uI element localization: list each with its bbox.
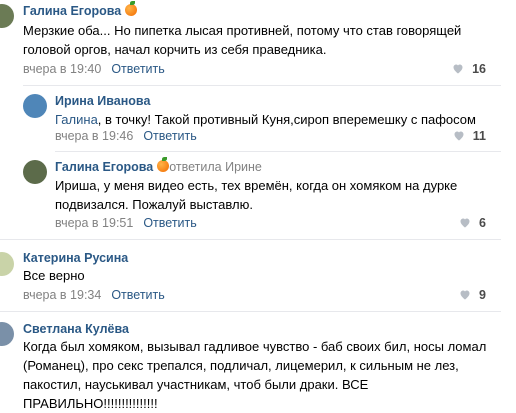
comment-item: Светлана Кулёва Когда был хомяком, вызыв… — [0, 312, 516, 411]
heart-icon — [460, 218, 470, 228]
replied-to-label[interactable]: ответила Ирине — [169, 160, 262, 174]
comment-item: Галина Егорова ответила Ирине Ириша, у ме… — [0, 154, 516, 240]
comment-text: Все верно — [23, 268, 85, 283]
comment-meta: вчера в 19:46 Ответить — [55, 129, 197, 143]
comment-author[interactable]: Галина Егорова ответила Ирине — [55, 157, 262, 174]
comment-text: Мерзкие оба... Но пипетка лысая противне… — [23, 23, 462, 57]
comment-time[interactable]: вчера в 19:51 — [55, 216, 133, 230]
avatar[interactable] — [0, 4, 14, 28]
comment-time[interactable]: вчера в 19:40 — [23, 62, 101, 76]
comment-time[interactable]: вчера в 19:34 — [23, 288, 101, 302]
like-count: 6 — [479, 216, 486, 230]
reply-button[interactable]: Ответить — [143, 216, 196, 230]
avatar[interactable] — [23, 94, 47, 118]
comment-time[interactable]: вчера в 19:46 — [55, 129, 133, 143]
divider — [23, 85, 501, 86]
heart-icon — [454, 131, 464, 141]
orange-icon — [125, 1, 138, 16]
heart-icon — [453, 64, 463, 74]
comment-text: Когда был хомяком, вызывал гадливое чувс… — [23, 339, 487, 411]
reply-mention-link[interactable]: Галина — [55, 112, 98, 127]
comment-item: Ирина Иванова Галина, в точку! Такой про… — [0, 88, 516, 154]
comment-item: Катерина Русина Все верно вчера в 19:34 О… — [0, 240, 516, 312]
comment-author[interactable]: Катерина Русина — [23, 251, 128, 265]
avatar[interactable] — [0, 322, 14, 346]
comment-meta: вчера в 19:40 Ответить — [23, 62, 165, 76]
reply-button[interactable]: Ответить — [111, 288, 164, 302]
divider — [55, 151, 501, 152]
like-count: 9 — [479, 288, 486, 302]
like-button[interactable]: 16 — [452, 62, 486, 76]
like-button[interactable]: 6 — [459, 216, 486, 230]
comment-meta: вчера в 19:34 Ответить — [23, 288, 165, 302]
like-button[interactable]: 11 — [453, 129, 486, 143]
orange-icon — [157, 157, 170, 172]
comment-author[interactable]: Ирина Иванова — [55, 94, 150, 108]
comment-author[interactable]: Галина Егорова — [23, 1, 138, 18]
like-button[interactable]: 9 — [459, 288, 486, 302]
reply-button[interactable]: Ответить — [111, 62, 164, 76]
comment-meta: вчера в 19:51 Ответить — [55, 216, 197, 230]
comment-text: Ириша, у меня видео есть, тех времён, ко… — [55, 178, 458, 212]
comment-item: Галина Егорова Мерзкие оба... Но пипетка… — [0, 0, 516, 88]
like-count: 11 — [472, 129, 486, 143]
like-count: 16 — [472, 62, 486, 76]
comment-text: Галина, в точку! Такой противный Куня,си… — [55, 112, 476, 127]
avatar[interactable] — [0, 252, 14, 276]
reply-button[interactable]: Ответить — [143, 129, 196, 143]
avatar[interactable] — [23, 160, 47, 184]
heart-icon — [460, 290, 470, 300]
comment-author[interactable]: Светлана Кулёва — [23, 322, 129, 336]
